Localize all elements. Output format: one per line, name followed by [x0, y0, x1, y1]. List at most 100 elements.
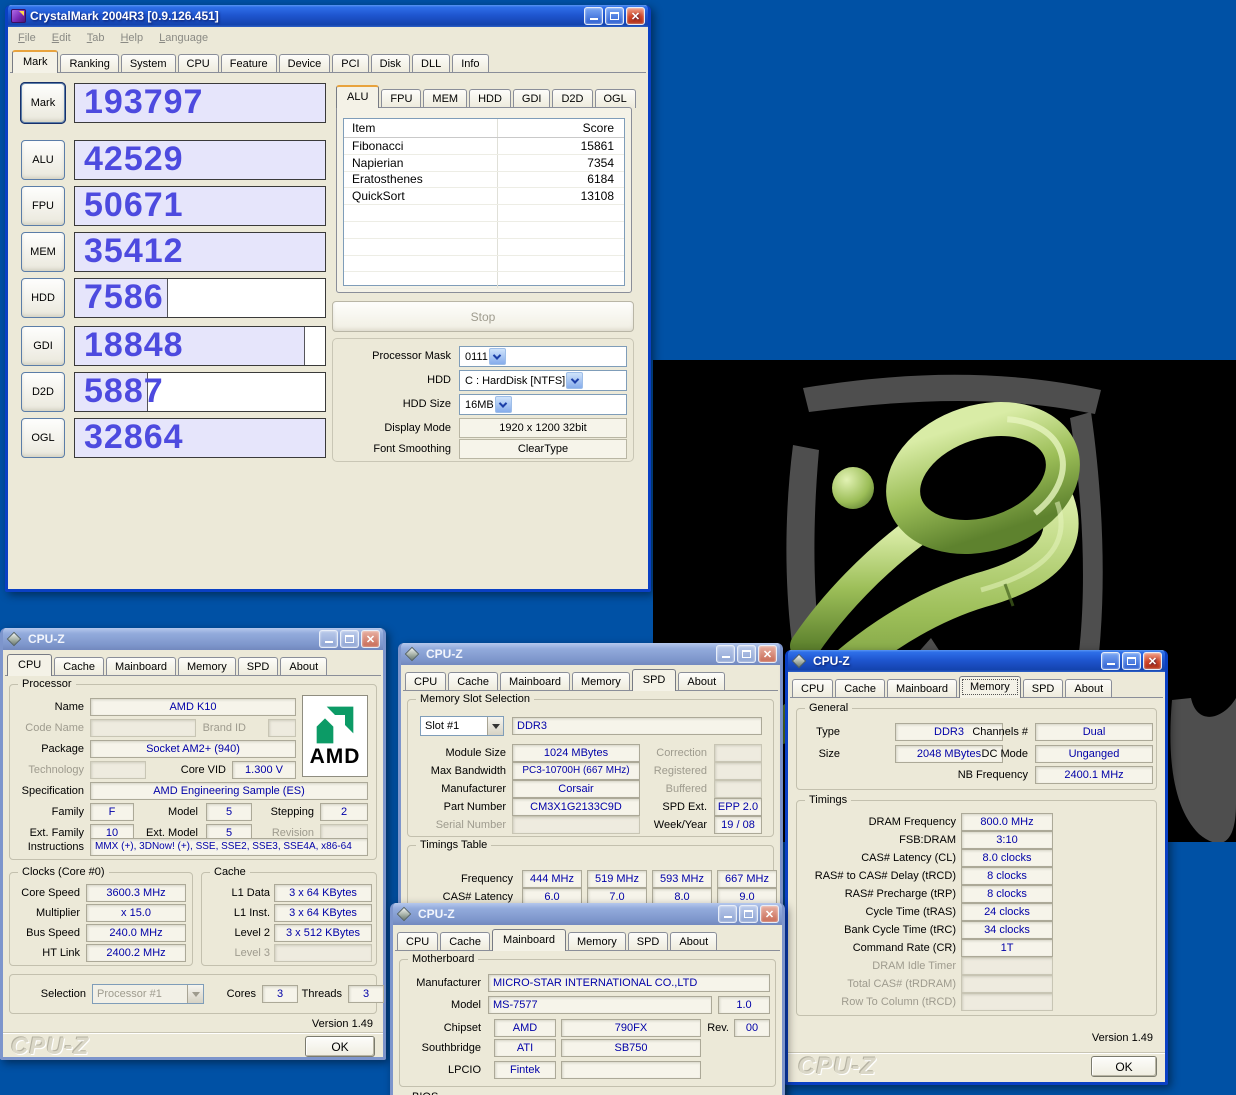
score-button-hdd[interactable]: HDD [21, 278, 65, 318]
ok-button[interactable]: OK [305, 1036, 375, 1057]
cpuz-titlebar[interactable]: CPU-Z ✕ [788, 650, 1165, 672]
menu-tab[interactable]: Tab [87, 32, 105, 44]
model-label: Model [168, 806, 198, 818]
subtab-d2d[interactable]: D2D [552, 89, 592, 108]
name-label: Name [55, 701, 84, 713]
subtab-fpu[interactable]: FPU [381, 89, 421, 108]
hdd-size-select[interactable]: 16MB [459, 394, 627, 415]
tab-spd[interactable]: SPD [632, 669, 677, 691]
close-icon[interactable]: ✕ [361, 630, 380, 648]
close-icon[interactable]: ✕ [1143, 652, 1162, 670]
column-header-score[interactable]: Score [498, 121, 624, 135]
tab-cpu[interactable]: CPU [405, 672, 446, 691]
tab-about[interactable]: About [1065, 679, 1112, 698]
tab-mainboard[interactable]: Mainboard [887, 679, 957, 698]
ok-button[interactable]: OK [1091, 1056, 1157, 1077]
tab-memory[interactable]: Memory [959, 676, 1021, 698]
slot-select[interactable]: Slot #1 [420, 716, 504, 736]
cpuz-titlebar[interactable]: CPU-Z ✕ [393, 903, 782, 925]
processor-mask-label: Processor Mask [372, 350, 451, 362]
chevron-down-icon[interactable] [566, 372, 583, 389]
tab-cache[interactable]: Cache [448, 672, 498, 691]
minimize-icon[interactable] [584, 7, 603, 25]
cpuz-titlebar[interactable]: CPU-Z ✕ [3, 628, 383, 650]
maximize-icon[interactable] [739, 905, 758, 923]
tab-cpu[interactable]: CPU [792, 679, 833, 698]
tab-mainboard[interactable]: Mainboard [106, 657, 176, 676]
chevron-down-icon[interactable] [187, 985, 203, 1003]
selection-select[interactable]: Processor #1 [92, 984, 204, 1004]
menu-help[interactable]: Help [120, 32, 143, 44]
subtab-hdd[interactable]: HDD [469, 89, 511, 108]
tab-device[interactable]: Device [279, 54, 331, 73]
score-button-ogl[interactable]: OGL [21, 418, 65, 458]
tab-spd[interactable]: SPD [628, 932, 669, 951]
tab-cache[interactable]: Cache [440, 932, 490, 951]
tab-cache[interactable]: Cache [54, 657, 104, 676]
minimize-icon[interactable] [1101, 652, 1120, 670]
tab-about[interactable]: About [670, 932, 717, 951]
menu-file[interactable]: File [18, 32, 36, 44]
tab-cpu[interactable]: CPU [397, 932, 438, 951]
subtab-alu[interactable]: ALU [336, 85, 379, 108]
score-button-d2d[interactable]: D2D [21, 372, 65, 412]
manufacturer-label: Manufacturer [441, 783, 506, 795]
subtab-gdi[interactable]: GDI [513, 89, 551, 108]
close-icon[interactable]: ✕ [758, 645, 777, 663]
tab-spd[interactable]: SPD [238, 657, 279, 676]
menu-language[interactable]: Language [159, 32, 208, 44]
tab-about[interactable]: About [280, 657, 327, 676]
cpuz-titlebar[interactable]: CPU-Z ✕ [401, 643, 780, 665]
tab-dll[interactable]: DLL [412, 54, 450, 73]
tab-ranking[interactable]: Ranking [60, 54, 118, 73]
maximize-icon[interactable] [605, 7, 624, 25]
instructions-label: Instructions [28, 841, 84, 853]
close-icon[interactable]: ✕ [760, 905, 779, 923]
serial-number-label: Serial Number [436, 819, 506, 831]
score-button-mark[interactable]: Mark [21, 83, 65, 123]
tab-mainboard[interactable]: Mainboard [492, 929, 566, 951]
score-button-alu[interactable]: ALU [21, 140, 65, 180]
tab-cache[interactable]: Cache [835, 679, 885, 698]
subtab-ogl[interactable]: OGL [595, 89, 636, 108]
tab-pci[interactable]: PCI [332, 54, 368, 73]
channels-value: Dual [1035, 723, 1153, 741]
minimize-icon[interactable] [319, 630, 338, 648]
processor-mask-value: 0111 [460, 351, 488, 363]
chevron-down-icon[interactable] [495, 396, 512, 413]
tab-memory[interactable]: Memory [178, 657, 236, 676]
tab-about[interactable]: About [678, 672, 725, 691]
minimize-icon[interactable] [716, 645, 735, 663]
maximize-icon[interactable] [737, 645, 756, 663]
tab-mainboard[interactable]: Mainboard [500, 672, 570, 691]
score-box-alu: 42529 [74, 140, 326, 180]
tab-cpu[interactable]: CPU [7, 654, 52, 676]
chevron-down-icon[interactable] [489, 348, 506, 365]
tab-spd[interactable]: SPD [1023, 679, 1064, 698]
maximize-icon[interactable] [1122, 652, 1141, 670]
menu-edit[interactable]: Edit [52, 32, 71, 44]
chevron-down-icon[interactable] [487, 717, 503, 735]
tab-feature[interactable]: Feature [221, 54, 277, 73]
tab-memory[interactable]: Memory [568, 932, 626, 951]
processor-mask-select[interactable]: 0111 [459, 346, 627, 367]
tab-cpu[interactable]: CPU [178, 54, 219, 73]
tab-system[interactable]: System [121, 54, 176, 73]
score-button-fpu[interactable]: FPU [21, 186, 65, 226]
tab-memory[interactable]: Memory [572, 672, 630, 691]
registered-label: Registered [654, 765, 707, 777]
hdd-select[interactable]: C : HardDisk [NTFS] [459, 370, 627, 391]
stop-button[interactable]: Stop [332, 301, 634, 332]
tab-info[interactable]: Info [452, 54, 488, 73]
score-button-mem[interactable]: MEM [21, 232, 65, 272]
maximize-icon[interactable] [340, 630, 359, 648]
column-header-item[interactable]: Item [344, 119, 498, 137]
timing-label: Bank Cycle Time (tRC) [844, 924, 956, 936]
subtab-mem[interactable]: MEM [423, 89, 467, 108]
crystalmark-titlebar[interactable]: CrystalMark 2004R3 [0.9.126.451] ✕ [8, 5, 648, 27]
minimize-icon[interactable] [718, 905, 737, 923]
close-icon[interactable]: ✕ [626, 7, 645, 25]
score-button-gdi[interactable]: GDI [21, 326, 65, 366]
tab-mark[interactable]: Mark [12, 50, 58, 73]
tab-disk[interactable]: Disk [371, 54, 410, 73]
